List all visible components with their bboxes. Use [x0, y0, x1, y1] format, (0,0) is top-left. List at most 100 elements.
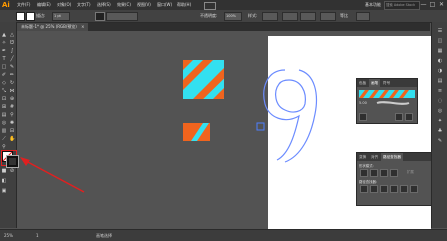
- slice-tool-icon[interactable]: ⟋: [1, 136, 7, 142]
- rectangle-tool-icon[interactable]: □: [1, 64, 7, 70]
- recolor-button[interactable]: [356, 12, 370, 21]
- divide-icon[interactable]: [360, 185, 368, 193]
- color-icon[interactable]: ◐: [437, 58, 443, 64]
- merge-icon[interactable]: [380, 185, 388, 193]
- draw-mode-icon[interactable]: ◧: [1, 178, 7, 184]
- menu-view[interactable]: 视图(V): [137, 1, 151, 9]
- artboard-tool-icon[interactable]: ⊟: [9, 128, 15, 134]
- opacity-field[interactable]: 100%: [224, 12, 242, 21]
- free-transform-tool-icon[interactable]: ⊡: [1, 96, 7, 102]
- outlined-glyph-nine[interactable]: [255, 64, 325, 164]
- symbols-tab[interactable]: 符号: [381, 79, 392, 87]
- bridge-icon[interactable]: [204, 2, 216, 10]
- new-brush-icon[interactable]: [395, 113, 403, 121]
- blend-tool-icon[interactable]: ◎: [1, 120, 7, 126]
- line-tool-icon[interactable]: ╱: [9, 56, 15, 62]
- expand-button[interactable]: 扩展: [407, 169, 414, 174]
- shape-builder-tool-icon[interactable]: ⊕: [9, 96, 15, 102]
- shaper-tool-icon[interactable]: ✐: [1, 72, 7, 78]
- stroke-panel-icon[interactable]: ≡: [437, 88, 443, 94]
- document-tab[interactable]: 未标题-1* @ 25% (RGB/预览) ×: [17, 23, 89, 31]
- menu-effect[interactable]: 效果(C): [117, 1, 131, 9]
- graphic-style-dropdown[interactable]: [262, 12, 278, 21]
- align-tab[interactable]: 对齐: [369, 153, 380, 161]
- transform-dropdown[interactable]: [300, 12, 316, 21]
- gradient-panel-icon[interactable]: ▤: [437, 78, 443, 84]
- brushes-icon[interactable]: ✎: [437, 138, 443, 144]
- unite-icon[interactable]: [360, 169, 368, 177]
- type-tool-icon[interactable]: T: [1, 56, 7, 62]
- brush-tile[interactable]: [183, 123, 210, 141]
- width-tool-icon[interactable]: ⋈: [9, 88, 15, 94]
- color-guide-icon[interactable]: ◑: [437, 68, 443, 74]
- eyedropper-tool-icon[interactable]: ⚲: [9, 112, 15, 118]
- align-dropdown[interactable]: [282, 12, 298, 21]
- transform-tab[interactable]: 变换: [357, 153, 368, 161]
- column-graph-tool-icon[interactable]: ▥: [1, 128, 7, 134]
- minus-front-icon[interactable]: [370, 169, 378, 177]
- graphic-styles-icon[interactable]: ✦: [437, 118, 443, 124]
- pencil-tool-icon[interactable]: ✏: [9, 72, 15, 78]
- zoom-level[interactable]: 25%: [4, 232, 13, 239]
- control-bar: 描边: 1 pt 不透明度: 100% 样式: 等比: [0, 10, 447, 23]
- scale-tool-icon[interactable]: ⤡: [1, 88, 7, 94]
- calligraphic-brush-preview[interactable]: [375, 100, 411, 106]
- menu-window[interactable]: 窗口(W): [157, 1, 172, 9]
- stock-search-input[interactable]: 搜索 Adobe Stock: [384, 1, 420, 10]
- transparency-icon[interactable]: ◌: [437, 98, 443, 104]
- libraries-icon[interactable]: ▦: [437, 48, 443, 54]
- eraser-tool-icon[interactable]: ◇: [1, 80, 7, 86]
- stripe-pattern-tile[interactable]: [183, 60, 224, 99]
- none-mode-icon[interactable]: ⊘: [9, 168, 15, 174]
- swatches-tab[interactable]: 色板: [357, 79, 368, 87]
- symbol-sprayer-tool-icon[interactable]: ✺: [9, 120, 15, 126]
- mesh-tool-icon[interactable]: #: [9, 104, 15, 110]
- curvature-tool-icon[interactable]: ∫: [9, 48, 15, 54]
- menu-object[interactable]: 对象(O): [57, 1, 71, 9]
- workspace-switcher[interactable]: 基本功能: [365, 1, 381, 9]
- exclude-icon[interactable]: [390, 169, 398, 177]
- crop-icon[interactable]: [390, 185, 398, 193]
- stroke-swatch[interactable]: [26, 12, 35, 21]
- fill-swatch[interactable]: [16, 12, 25, 21]
- menu-edit[interactable]: 编辑(E): [37, 1, 51, 9]
- brush-definition-dropdown[interactable]: [106, 12, 138, 21]
- menu-type[interactable]: 文字(T): [77, 1, 91, 9]
- gradient-tool-icon[interactable]: ▤: [1, 112, 7, 118]
- direct-selection-tool-icon[interactable]: △: [9, 32, 15, 38]
- minus-back-icon[interactable]: [410, 185, 418, 193]
- minimize-button[interactable]: —: [419, 1, 428, 9]
- outline-icon[interactable]: [400, 185, 408, 193]
- maximize-button[interactable]: □: [428, 1, 437, 9]
- close-window-button[interactable]: ✕: [437, 1, 446, 9]
- hand-tool-icon[interactable]: ✋: [9, 136, 15, 142]
- pathfinder-tab[interactable]: 路径查找器: [381, 153, 403, 161]
- paintbrush-tool-icon[interactable]: ✎: [9, 64, 15, 70]
- properties-icon[interactable]: ☰: [437, 28, 443, 34]
- brushes-tab[interactable]: 画笔: [369, 79, 381, 87]
- isolate-button[interactable]: [320, 12, 336, 21]
- trim-icon[interactable]: [370, 185, 378, 193]
- appearance-icon[interactable]: ◎: [437, 108, 443, 114]
- document-tab-close[interactable]: ×: [81, 24, 84, 29]
- screen-mode-icon[interactable]: ▣: [1, 188, 7, 194]
- variable-width-profile[interactable]: [95, 12, 105, 21]
- pattern-brush-preview[interactable]: [359, 90, 415, 98]
- layers-icon[interactable]: ◫: [437, 38, 443, 44]
- brush-library-icon[interactable]: [359, 113, 367, 121]
- pen-tool-icon[interactable]: ✒: [1, 48, 7, 54]
- intersect-icon[interactable]: [380, 169, 388, 177]
- menu-file[interactable]: 文件(F): [17, 1, 30, 9]
- lasso-tool-icon[interactable]: ᘎ: [9, 40, 15, 46]
- menu-select[interactable]: 选择(S): [97, 1, 111, 9]
- stroke-weight-field[interactable]: 1 pt: [52, 12, 70, 21]
- selection-tool-icon[interactable]: ▲: [1, 32, 7, 38]
- rotate-tool-icon[interactable]: ↻: [9, 80, 15, 86]
- color-mode-icon[interactable]: ■: [1, 168, 7, 174]
- artboard-number[interactable]: 1: [36, 232, 39, 239]
- menu-help[interactable]: 帮助(H): [177, 1, 191, 9]
- delete-brush-icon[interactable]: [405, 113, 413, 121]
- perspective-grid-tool-icon[interactable]: ⊞: [1, 104, 7, 110]
- symbols-icon[interactable]: ♣: [437, 128, 443, 134]
- magic-wand-tool-icon[interactable]: ✧: [1, 40, 7, 46]
